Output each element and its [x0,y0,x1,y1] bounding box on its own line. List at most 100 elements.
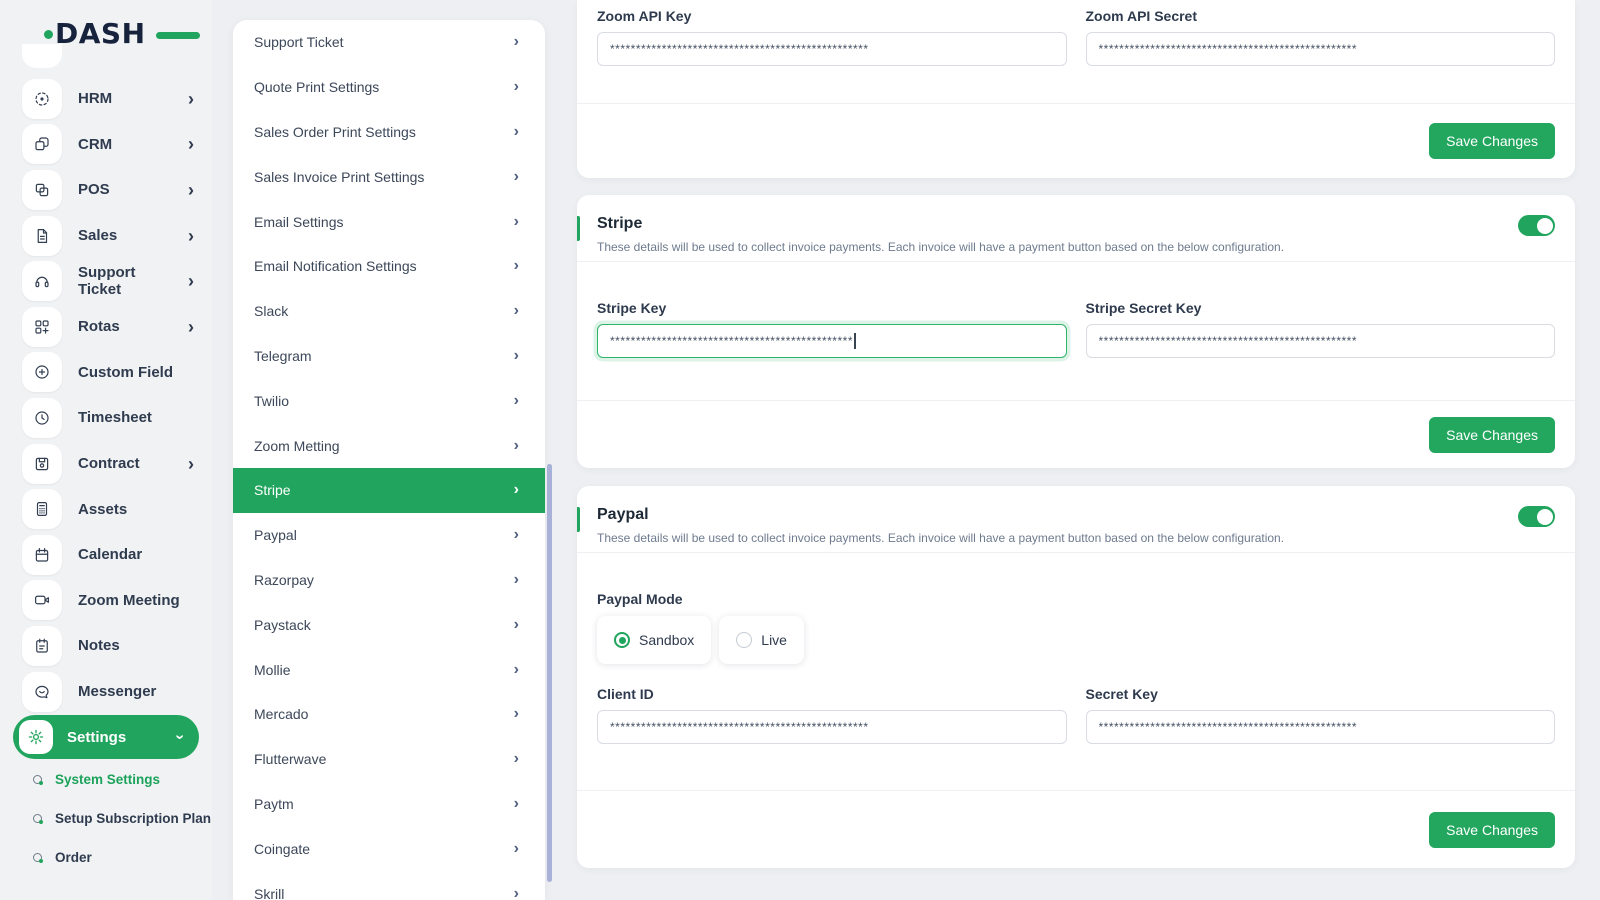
hrm-icon [22,78,62,119]
menu-item-paytm[interactable]: Paytm › [233,782,545,827]
sidebar-item-settings[interactable]: Settings › [13,715,199,760]
menu-item-twilio[interactable]: Twilio › [233,378,545,423]
zoom-api-key-label: Zoom API Key [597,8,692,24]
green-accent-bar [577,216,580,241]
chevron-right-icon: › [188,453,194,474]
menu-item-sales-order-print-settings[interactable]: Sales Order Print Settings › [233,110,545,155]
clock-icon [22,397,62,438]
text-caret [854,333,856,349]
chevron-right-icon: › [513,167,519,185]
paypal-mode-sandbox-radio[interactable]: Sandbox [597,616,712,664]
chevron-right-icon: › [513,436,519,454]
menu-item-support-ticket[interactable]: Support Ticket › [233,20,545,65]
menu-item-sales-invoice-print-settings[interactable]: Sales Invoice Print Settings › [233,154,545,199]
sidebar-item-sales[interactable]: Sales › [0,213,212,259]
logo-dot-icon [44,30,53,39]
sidebar-item-pos[interactable]: POS › [0,167,212,213]
stripe-secret-key-label: Stripe Secret Key [1085,300,1202,316]
circle-bullet-icon [33,853,43,864]
chevron-right-icon: › [513,481,519,499]
stripe-title: Stripe [597,215,643,232]
sidebar-item-messenger[interactable]: Messenger [0,669,212,715]
menu-item-razorpay[interactable]: Razorpay › [233,558,545,603]
sidebar-item-crm[interactable]: CRM › [0,122,212,168]
paypal-toggle[interactable] [1518,506,1555,527]
stripe-settings-card: Stripe These details will be used to col… [577,195,1575,468]
paypal-mode-group: Sandbox Live [597,616,1555,664]
chevron-right-icon: › [513,705,519,723]
settings-menu-scrollbar[interactable] [547,464,552,882]
circle-bullet-icon [33,775,43,786]
menu-item-zoom-metting[interactable]: Zoom Metting › [233,423,545,468]
secret-key-input[interactable] [1085,710,1555,744]
menu-item-email-notification-settings[interactable]: Email Notification Settings › [233,244,545,289]
zoom-api-secret-input[interactable] [1085,32,1555,66]
menu-item-mollie[interactable]: Mollie › [233,647,545,692]
sidebar-item-contract[interactable]: Contract › [0,441,212,487]
sidebar-item-assets[interactable]: Assets [0,486,212,532]
stripe-secret-key-input[interactable] [1085,324,1555,358]
logo-dash-icon [156,32,200,39]
sidebar-item-setup-subscription-plan[interactable]: Setup Subscription Plan [0,799,212,838]
headset-icon [22,261,62,302]
chevron-right-icon: › [513,33,519,51]
client-id-input[interactable] [597,710,1067,744]
secret-key-label: Secret Key [1085,686,1158,702]
save-changes-button[interactable]: Save Changes [1429,811,1555,848]
chevron-right-icon: › [188,316,194,337]
menu-item-skrill[interactable]: Skrill › [233,871,545,900]
chevron-right-icon: › [188,134,194,155]
chevron-right-icon: › [513,660,519,678]
sidebar-menu: HRM › CRM › POS › Sales › Support Ticket… [0,76,212,877]
settings-menu: Support Ticket › Quote Print Settings › Sa… [233,20,545,900]
menu-item-quote-print-settings[interactable]: Quote Print Settings › [233,65,545,110]
chevron-right-icon: › [513,794,519,812]
toggle-knob [1536,508,1553,525]
chevron-right-icon: › [188,225,194,246]
chevron-right-icon: › [513,391,519,409]
sidebar-item-rotas[interactable]: Rotas › [0,304,212,350]
chevron-right-icon: › [188,179,194,200]
zoom-settings-card: Zoom API Key Zoom API Secret Save Change… [577,0,1575,178]
main-content: Zoom API Key Zoom API Secret Save Change… [577,0,1575,900]
menu-item-paypal[interactable]: Paypal › [233,513,545,558]
menu-item-coingate[interactable]: Coingate › [233,826,545,871]
paypal-mode-live-radio[interactable]: Live [719,616,804,664]
menu-item-paystack[interactable]: Paystack › [233,602,545,647]
chevron-right-icon: › [513,884,519,900]
paypal-description: These details will be used to collect in… [597,531,1285,545]
zoom-api-key-input[interactable] [597,32,1067,66]
sidebar-item-order[interactable]: Order [0,838,212,877]
chevron-right-icon: › [513,346,519,364]
menu-item-slack[interactable]: Slack › [233,289,545,334]
menu-item-flutterwave[interactable]: Flutterwave › [233,737,545,782]
stripe-key-input[interactable]: ****************************************… [597,324,1067,358]
menu-item-stripe[interactable]: Stripe › [233,467,545,513]
chevron-right-icon: › [513,302,519,320]
chevron-right-icon: › [188,271,194,292]
pos-icon [22,169,62,210]
sidebar-item-timesheet[interactable]: Timesheet [0,395,212,441]
save-changes-button[interactable]: Save Changes [1429,416,1555,453]
logo-text: DASH [55,16,146,50]
crm-icon [22,124,62,165]
toggle-knob [1536,217,1553,234]
chevron-right-icon: › [513,750,519,768]
sidebar-item-hrm[interactable]: HRM › [0,76,212,122]
sidebar-item-calendar[interactable]: Calendar [0,532,212,578]
sidebar-item-zoom-meeting[interactable]: Zoom Meeting [0,578,212,624]
menu-item-email-settings[interactable]: Email Settings › [233,199,545,244]
contract-icon [22,443,62,484]
radio-unchecked-icon [736,632,753,648]
sidebar-item-custom-field[interactable]: Custom Field [0,350,212,396]
client-id-label: Client ID [597,686,654,702]
stripe-toggle[interactable] [1518,215,1555,236]
sidebar-item-support-ticket[interactable]: Support Ticket › [0,258,212,304]
sidebar-item-notes[interactable]: Notes [0,623,212,669]
stripe-key-label: Stripe Key [597,300,667,316]
chevron-right-icon: › [513,78,519,96]
menu-item-mercado[interactable]: Mercado › [233,692,545,737]
menu-item-telegram[interactable]: Telegram › [233,334,545,379]
save-changes-button[interactable]: Save Changes [1429,123,1555,159]
sidebar-item-system-settings[interactable]: System Settings [0,760,212,799]
